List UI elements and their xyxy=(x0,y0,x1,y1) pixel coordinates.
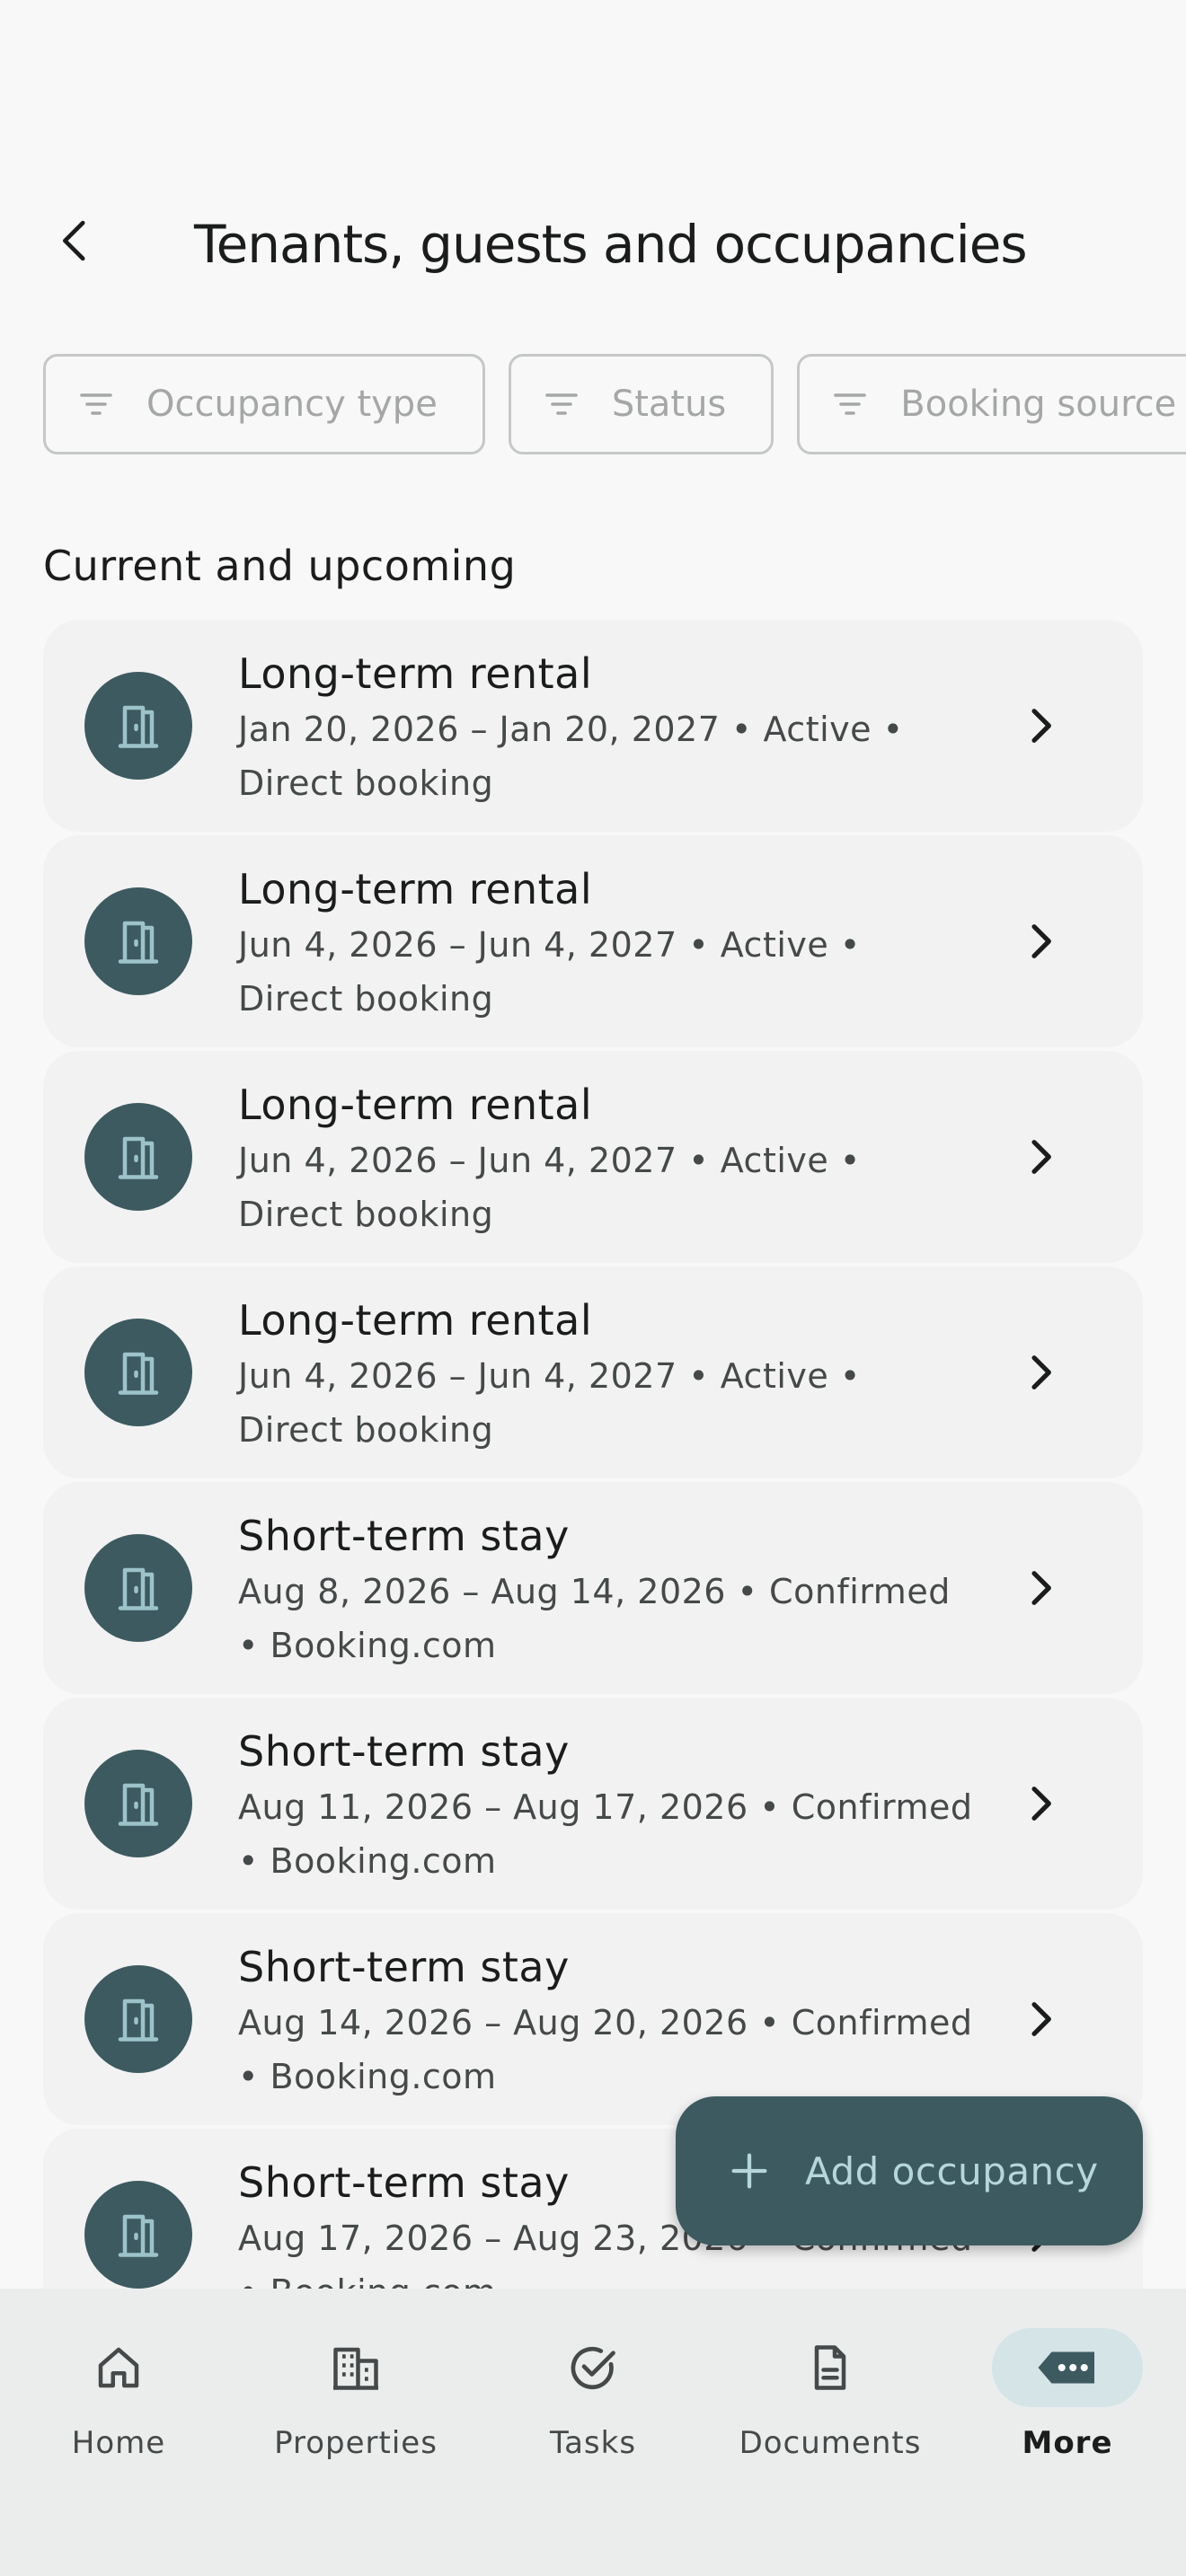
occupancy-details: Jun 4, 2026 – Jun 4, 2027 • Active • Dir… xyxy=(238,925,861,1019)
filter-icon xyxy=(80,393,112,415)
occupancy-title: Long-term rental xyxy=(238,1296,593,1345)
add-occupancy-label: Add occupancy xyxy=(805,2148,1099,2193)
page-title: Tenants, guests and occupancies xyxy=(194,214,1028,275)
occupancy-avatar xyxy=(84,1534,192,1642)
occupancy-card[interactable]: Short-term stay Aug 11, 2026 – Aug 17, 2… xyxy=(43,1698,1143,1910)
occupancy-details: Aug 8, 2026 – Aug 14, 2026 • Confirmed •… xyxy=(238,1572,951,1665)
filter-chip-occupancy-type[interactable]: Occupancy type xyxy=(43,354,485,454)
filter-chip-label: Booking source xyxy=(900,384,1177,425)
occupancy-card[interactable]: Long-term rental Jan 20, 2026 – Jan 20, … xyxy=(43,620,1143,832)
nav-icon-container xyxy=(518,2328,668,2407)
occupancy-avatar xyxy=(84,2181,192,2289)
nav-icon-container xyxy=(43,2328,194,2407)
nav-item-more[interactable]: More xyxy=(949,2328,1186,2490)
chevron-right-icon xyxy=(1031,2002,1051,2036)
door-icon xyxy=(118,1998,159,2042)
nav-label-documents: Documents xyxy=(739,2425,922,2461)
home-icon xyxy=(98,2347,139,2388)
nav-icon-container xyxy=(755,2328,906,2407)
chevron-right-icon xyxy=(1031,1571,1051,1605)
occupancy-list[interactable]: Long-term rental Jan 20, 2026 – Jan 20, … xyxy=(43,620,1143,2289)
filter-chip-status[interactable]: Status xyxy=(508,354,774,454)
occupancy-card[interactable]: Long-term rental Jun 4, 2026 – Jun 4, 20… xyxy=(43,1051,1143,1263)
door-icon xyxy=(118,1567,159,1610)
nav-item-home[interactable]: Home xyxy=(0,2328,237,2490)
occupancy-title: Short-term stay xyxy=(238,1512,570,1560)
occupancy-card[interactable]: Short-term stay Aug 14, 2026 – Aug 20, 2… xyxy=(43,1913,1143,2125)
door-icon xyxy=(118,1136,159,1179)
check-circle-icon xyxy=(571,2346,615,2390)
back-button[interactable] xyxy=(40,205,111,277)
occupancy-title: Long-term rental xyxy=(238,865,593,913)
occupancy-card[interactable]: Short-term stay Aug 8, 2026 – Aug 14, 20… xyxy=(43,1482,1143,1694)
occupancies-screen: Tenants, guests and occupancies Occupanc… xyxy=(0,0,1186,2576)
filter-icon xyxy=(834,393,867,415)
nav-label-home: Home xyxy=(71,2425,166,2461)
occupancy-avatar xyxy=(84,1965,192,2073)
occupancy-details: Aug 11, 2026 – Aug 17, 2026 • Confirmed … xyxy=(238,1787,973,1881)
chevron-right-icon xyxy=(1031,1140,1051,1174)
document-icon xyxy=(814,2345,846,2390)
door-icon xyxy=(118,705,159,748)
occupancy-card[interactable]: Long-term rental Jun 4, 2026 – Jun 4, 20… xyxy=(43,835,1143,1047)
occupancy-details: Aug 14, 2026 – Aug 20, 2026 • Confirmed … xyxy=(238,2003,973,2096)
nav-item-tasks[interactable]: Tasks xyxy=(474,2328,712,2490)
nav-item-documents[interactable]: Documents xyxy=(712,2328,949,2490)
occupancy-avatar xyxy=(84,1103,192,1211)
occupancy-avatar xyxy=(84,887,192,995)
occupancy-details: Jan 20, 2026 – Jan 20, 2027 • Active • D… xyxy=(238,710,904,803)
door-icon xyxy=(118,1783,159,1826)
chevron-right-icon xyxy=(1031,1786,1051,1821)
door-icon xyxy=(118,921,159,964)
chevron-right-icon xyxy=(1031,709,1051,743)
occupancy-card[interactable]: Long-term rental Jun 4, 2026 – Jun 4, 20… xyxy=(43,1266,1143,1478)
filter-chip-row: Occupancy type Status Booking source xyxy=(43,354,1186,454)
nav-item-properties[interactable]: Properties xyxy=(237,2328,474,2490)
section-title: Current and upcoming xyxy=(43,542,517,590)
nav-label-more: More xyxy=(1022,2425,1113,2461)
chevron-right-icon xyxy=(1031,1355,1051,1389)
filter-icon xyxy=(545,393,578,415)
occupancy-title: Short-term stay xyxy=(238,1943,570,1991)
arrow-back-icon xyxy=(63,220,85,261)
occupancy-details: Jun 4, 2026 – Jun 4, 2027 • Active • Dir… xyxy=(238,1356,861,1450)
chevron-right-icon xyxy=(1031,924,1051,958)
occupancy-title: Long-term rental xyxy=(238,649,593,698)
nav-active-indicator xyxy=(992,2328,1143,2407)
door-icon xyxy=(118,2214,159,2257)
filter-chip-label: Status xyxy=(611,384,727,425)
bottom-navigation: Home Properties Tasks Documents More xyxy=(0,2289,1186,2576)
nav-icon-container xyxy=(280,2328,431,2407)
occupancy-title: Short-term stay xyxy=(238,2158,570,2207)
occupancy-title: Short-term stay xyxy=(238,1727,570,1776)
add-occupancy-button[interactable]: Add occupancy xyxy=(676,2096,1143,2245)
filter-chip-booking-source[interactable]: Booking source xyxy=(797,354,1186,454)
nav-label-tasks: Tasks xyxy=(549,2425,637,2461)
more-icon xyxy=(1038,2351,1094,2384)
plus-icon xyxy=(731,2153,767,2189)
occupancy-avatar xyxy=(84,1319,192,1426)
occupancy-details: Jun 4, 2026 – Jun 4, 2027 • Active • Dir… xyxy=(238,1141,861,1234)
door-icon xyxy=(118,1352,159,1395)
occupancy-title: Long-term rental xyxy=(238,1081,593,1129)
filter-chip-label: Occupancy type xyxy=(146,384,438,425)
nav-label-properties: Properties xyxy=(274,2425,438,2461)
occupancy-avatar xyxy=(84,1750,192,1857)
occupancy-avatar xyxy=(84,672,192,780)
building-icon xyxy=(333,2347,378,2390)
